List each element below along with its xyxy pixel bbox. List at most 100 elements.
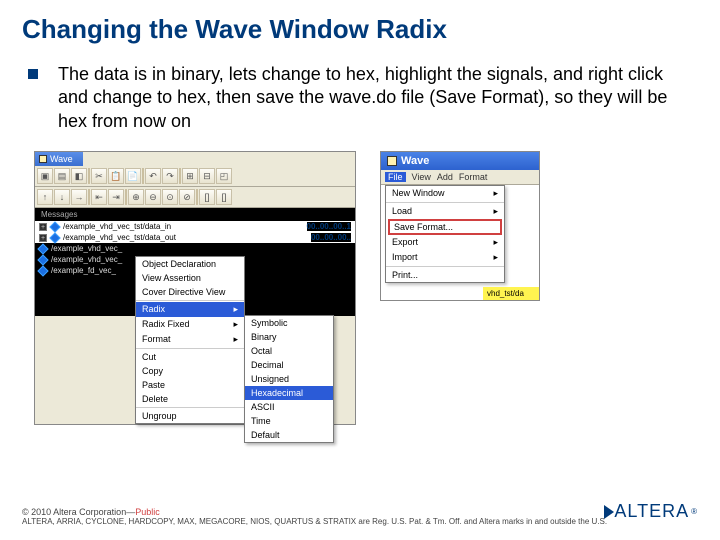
menu-item[interactable]: Object Declaration: [136, 257, 244, 271]
toolbar-button[interactable]: ▣: [37, 168, 53, 184]
menu-item[interactable]: Print...: [386, 268, 504, 282]
submenu-item[interactable]: Octal: [245, 344, 333, 358]
menu-item[interactable]: Load▸: [386, 204, 504, 219]
triangle-icon: [604, 505, 614, 519]
toolbar-button[interactable]: ⇤: [91, 189, 107, 205]
trademark-line: ALTERA, ARRIA, CYCLONE, HARDCOPY, MAX, M…: [22, 517, 698, 526]
menu-separator: [386, 266, 504, 267]
menu-item[interactable]: Paste: [136, 378, 244, 392]
submenu-item[interactable]: Default: [245, 428, 333, 442]
context-menu: Object Declaration View Assertion Cover …: [135, 256, 245, 424]
menu-item[interactable]: Cut: [136, 350, 244, 364]
signal-row[interactable]: + /example_vhd_vec_tst/data_in 00..00..0…: [35, 221, 355, 232]
toolbar-button[interactable]: ◰: [216, 168, 232, 184]
menu-item[interactable]: New Window▸: [386, 186, 504, 201]
toolbar-button[interactable]: []: [216, 189, 232, 205]
body-text: The data is in binary, lets change to he…: [58, 64, 667, 131]
toolbar-button[interactable]: ⊟: [199, 168, 215, 184]
toolbar-button[interactable]: ↶: [145, 168, 161, 184]
signal-row[interactable]: /example_vhd_vec_: [35, 243, 355, 254]
toolbar-button[interactable]: ↓: [54, 189, 70, 205]
altera-logo: ALTERA ®: [604, 501, 698, 522]
screenshots-row: Wave ▣ ▤ ◧ ✂ 📋 📄 ↶ ↷ ⊞ ⊟ ◰ ↑ ↓ → ⇤ ⇥ ⊕: [0, 133, 720, 425]
menu-item-radix[interactable]: Radix▸: [136, 302, 244, 317]
wave-icon: [39, 155, 47, 163]
copyright-line: © 2010 Altera Corporation—Public: [22, 507, 698, 517]
toolbar-row-2: ↑ ↓ → ⇤ ⇥ ⊕ ⊖ ⊙ ⊘ [] []: [35, 187, 355, 208]
save-format-screenshot: Wave File View Add Format New Window▸ Lo…: [380, 151, 540, 301]
toolbar-button[interactable]: 📋: [108, 168, 124, 184]
menu-separator: [386, 202, 504, 203]
wave-icon: [387, 156, 397, 166]
slide-body: The data is in binary, lets change to he…: [0, 63, 720, 133]
diamond-icon: [37, 243, 48, 254]
submenu-item[interactable]: Symbolic: [245, 316, 333, 330]
submenu-item[interactable]: Decimal: [245, 358, 333, 372]
bullet-icon: [28, 69, 38, 79]
menu-file[interactable]: File: [385, 172, 406, 182]
toolbar-separator: [179, 168, 181, 184]
menu-item[interactable]: Cover Directive View: [136, 285, 244, 299]
diamond-icon: [49, 232, 60, 243]
wave-title-label: Wave: [401, 155, 429, 167]
toolbar-button[interactable]: ⊕: [128, 189, 144, 205]
submenu-item[interactable]: ASCII: [245, 400, 333, 414]
toolbar-separator: [196, 189, 198, 205]
toolbar-button[interactable]: →: [71, 189, 87, 205]
toolbar-separator: [125, 189, 127, 205]
toolbar-button[interactable]: []: [199, 189, 215, 205]
diamond-icon: [37, 265, 48, 276]
menu-item[interactable]: Format▸: [136, 332, 244, 347]
menu-format[interactable]: Format: [459, 172, 488, 182]
menu-item[interactable]: Delete: [136, 392, 244, 406]
toolbar-button[interactable]: ▤: [54, 168, 70, 184]
menu-bar: File View Add Format: [381, 170, 539, 185]
signal-name: /example_fd_vec_: [51, 266, 116, 275]
toolbar-button[interactable]: ⊖: [145, 189, 161, 205]
menu-separator: [136, 407, 244, 408]
toolbar-button[interactable]: ✂: [91, 168, 107, 184]
menu-separator: [136, 300, 244, 301]
menu-item[interactable]: Ungroup: [136, 409, 244, 423]
signal-row[interactable]: + /example_vhd_vec_tst/data_out 00..00..…: [35, 232, 355, 243]
submenu-item[interactable]: Time: [245, 414, 333, 428]
menu-view[interactable]: View: [412, 172, 431, 182]
menu-add[interactable]: Add: [437, 172, 453, 182]
signal-name: /example_vhd_vec_: [51, 255, 122, 264]
toolbar-button[interactable]: 📄: [125, 168, 141, 184]
toolbar-button[interactable]: ⊞: [182, 168, 198, 184]
menu-item[interactable]: Radix Fixed▸: [136, 317, 244, 332]
menu-item[interactable]: Import▸: [386, 250, 504, 265]
toolbar-button[interactable]: ⊙: [162, 189, 178, 205]
messages-header: Messages: [35, 208, 355, 221]
menu-item[interactable]: Export▸: [386, 235, 504, 250]
toolbar-button[interactable]: ◧: [71, 168, 87, 184]
toolbar-button[interactable]: ⊘: [179, 189, 195, 205]
menu-item[interactable]: Copy: [136, 364, 244, 378]
toolbar-row-1: ▣ ▤ ◧ ✂ 📋 📄 ↶ ↷ ⊞ ⊟ ◰: [35, 166, 355, 187]
wave-window-screenshot: Wave ▣ ▤ ◧ ✂ 📋 📄 ↶ ↷ ⊞ ⊟ ◰ ↑ ↓ → ⇤ ⇥ ⊕: [34, 151, 356, 425]
slide-title: Changing the Wave Window Radix: [0, 0, 720, 63]
wave-titlebar: Wave: [381, 152, 539, 170]
menu-separator: [136, 348, 244, 349]
expand-icon[interactable]: +: [39, 234, 47, 242]
toolbar-button[interactable]: ↑: [37, 189, 53, 205]
submenu-item[interactable]: Unsigned: [245, 372, 333, 386]
submenu-item[interactable]: Binary: [245, 330, 333, 344]
expand-icon[interactable]: +: [39, 223, 47, 231]
menu-item-save-format[interactable]: Save Format...: [388, 219, 502, 235]
tooltip-fragment: vhd_tst/da: [483, 287, 539, 300]
signal-name: /example_vhd_vec_tst/data_out: [63, 233, 176, 242]
toolbar-separator: [88, 189, 90, 205]
signal-name: /example_vhd_vec_tst/data_in: [63, 222, 171, 231]
diamond-icon: [49, 221, 60, 232]
submenu-item-hex[interactable]: Hexadecimal: [245, 386, 333, 400]
toolbar-button[interactable]: ↷: [162, 168, 178, 184]
registered-icon: ®: [691, 507, 698, 516]
radix-submenu: Symbolic Binary Octal Decimal Unsigned H…: [244, 315, 334, 443]
toolbar-button[interactable]: ⇥: [108, 189, 124, 205]
menu-item[interactable]: View Assertion: [136, 271, 244, 285]
wave-tab[interactable]: Wave: [35, 152, 83, 166]
logo-text: ALTERA: [614, 501, 689, 522]
file-dropdown: New Window▸ Load▸ Save Format... Export▸…: [385, 185, 505, 283]
